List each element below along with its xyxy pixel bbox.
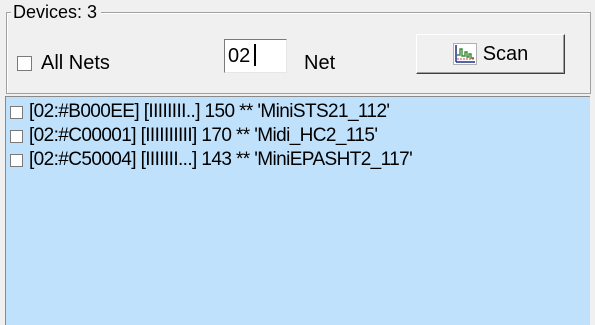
devices-count-title: Devices: 3 xyxy=(11,2,102,22)
device-checkbox[interactable] xyxy=(10,153,23,167)
scan-button-label: Scan xyxy=(482,43,529,65)
all-nets-checkbox-box[interactable] xyxy=(17,55,32,71)
all-nets-checkbox[interactable]: All Nets xyxy=(17,52,110,74)
all-nets-label: All Nets xyxy=(41,52,110,74)
device-row-text: [02:#C50004] [IIIIIII...] 143 ** 'MiniEP… xyxy=(29,149,413,170)
scan-button[interactable]: Scan xyxy=(416,34,565,74)
chart-icon xyxy=(452,43,477,65)
device-row-text: [02:#C00001] [IIIIIIIIII] 170 ** 'Midi_H… xyxy=(29,125,378,146)
device-row[interactable]: [02:#B000EE] [IIIIIIII..] 150 ** 'MiniST… xyxy=(6,100,590,124)
text-caret xyxy=(254,44,256,66)
net-label: Net xyxy=(304,52,336,74)
device-checkbox[interactable] xyxy=(10,129,23,143)
device-row[interactable]: [02:#C50004] [IIIIIII...] 143 ** 'MiniEP… xyxy=(6,148,590,172)
device-row-text: [02:#B000EE] [IIIIIIII..] 150 ** 'MiniST… xyxy=(29,101,390,122)
device-checkbox[interactable] xyxy=(10,105,23,119)
device-list[interactable]: [02:#B000EE] [IIIIIIII..] 150 ** 'MiniST… xyxy=(5,96,590,325)
device-row[interactable]: [02:#C00001] [IIIIIIIIII] 170 ** 'Midi_H… xyxy=(6,124,590,148)
